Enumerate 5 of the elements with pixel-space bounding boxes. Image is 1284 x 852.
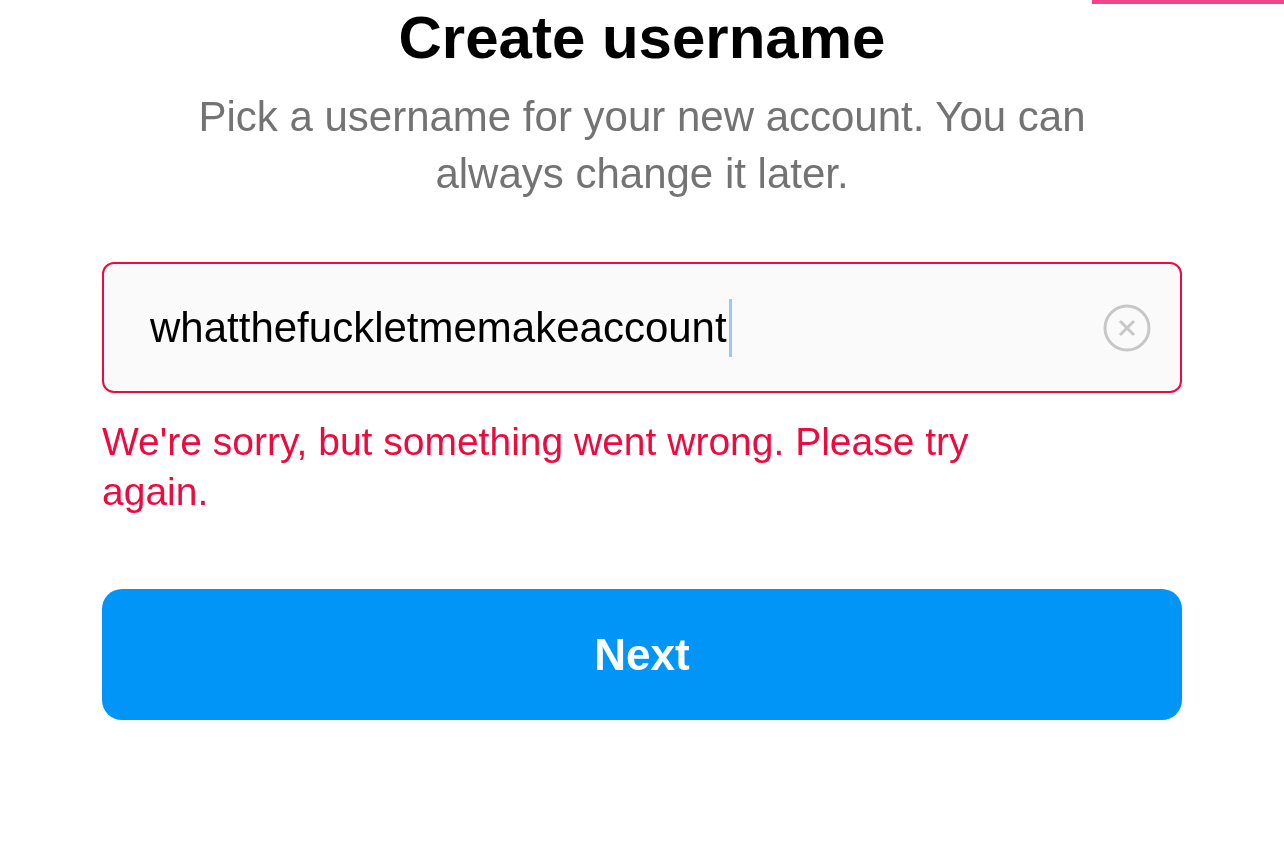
page-title: Create username: [398, 6, 886, 70]
clear-icon[interactable]: [1102, 302, 1152, 353]
username-field[interactable]: whatthefuckletmemakeaccount: [102, 262, 1182, 393]
error-message: We're sorry, but something went wrong. Please try again.: [102, 419, 970, 515]
subtitle: Pick a username for your new account. You can always change it later.: [197, 92, 1087, 199]
